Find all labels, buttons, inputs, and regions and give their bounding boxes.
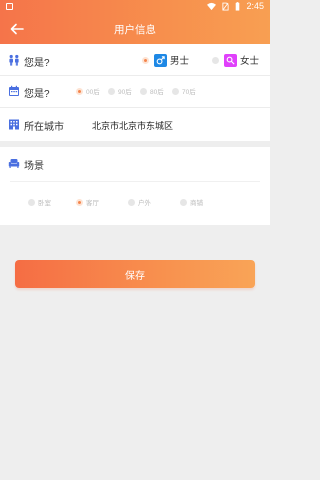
age-option-80[interactable]: 80后 — [140, 86, 164, 96]
radio-male[interactable] — [142, 56, 149, 64]
scene-option-bedroom[interactable]: 卧室 — [28, 197, 51, 207]
scene-option-label: 户外 — [138, 200, 151, 207]
people-icon — [9, 54, 19, 66]
basic-info-card: 您是? 男士 女士 您是? 00后 90后 80后 70后 所在城市 北京市北京… — [0, 44, 270, 141]
scene-option-shop[interactable]: 商铺 — [180, 197, 203, 207]
radio-70[interactable] — [172, 87, 179, 95]
age-option-label: 80后 — [150, 89, 164, 96]
calendar-icon — [9, 85, 19, 96]
gender-male-label: 男士 — [170, 56, 190, 67]
radio-80[interactable] — [140, 87, 147, 95]
male-icon — [154, 53, 167, 67]
radio-90[interactable] — [108, 87, 115, 95]
no-sim-icon — [222, 2, 230, 10]
radio-female[interactable] — [212, 56, 219, 64]
notification-icon — [6, 3, 13, 10]
age-option-00[interactable]: 00后 — [76, 86, 100, 96]
gender-option-male[interactable]: 男士 — [142, 53, 189, 67]
status-time: 2:45 — [246, 1, 264, 11]
sofa-icon — [8, 159, 20, 168]
radio-00[interactable] — [76, 87, 83, 95]
building-icon — [9, 119, 19, 130]
wifi-icon — [207, 2, 217, 10]
radio-bedroom[interactable] — [28, 198, 35, 206]
scene-option-label: 卧室 — [38, 200, 51, 207]
female-icon — [224, 53, 237, 67]
scene-option-label: 客厅 — [86, 200, 99, 207]
age-option-90[interactable]: 90后 — [108, 86, 132, 96]
status-bar: 2:45 — [0, 0, 270, 14]
gender-option-female[interactable]: 女士 — [212, 53, 259, 67]
app-header: 用户信息 — [0, 14, 270, 44]
gender-row: 您是? 男士 女士 — [0, 44, 270, 75]
scene-option-livingroom[interactable]: 客厅 — [76, 197, 99, 207]
city-label: 所在城市 — [24, 122, 64, 133]
age-option-label: 70后 — [182, 89, 196, 96]
save-button[interactable]: 保存 — [15, 260, 255, 288]
age-option-70[interactable]: 70后 — [172, 86, 196, 96]
page-title: 用户信息 — [114, 24, 156, 36]
status-icons: 2:45 — [207, 1, 264, 11]
radio-shop[interactable] — [180, 198, 187, 206]
age-option-label: 00后 — [86, 89, 100, 96]
gender-label: 您是? — [24, 58, 50, 69]
age-row: 您是? 00后 90后 80后 70后 — [0, 76, 270, 107]
radio-outdoor[interactable] — [128, 198, 135, 206]
city-value[interactable]: 北京市北京市东城区 — [92, 119, 173, 132]
age-option-label: 90后 — [118, 89, 132, 96]
scene-option-label: 商铺 — [190, 200, 203, 207]
age-label: 您是? — [24, 89, 50, 100]
scene-card: 场景 卧室 客厅 户外 商铺 — [0, 147, 270, 225]
city-row[interactable]: 所在城市 北京市北京市东城区 — [0, 108, 270, 141]
gender-female-label: 女士 — [240, 56, 260, 67]
scene-option-outdoor[interactable]: 户外 — [128, 197, 151, 207]
radio-livingroom[interactable] — [76, 198, 83, 206]
battery-icon — [236, 1, 240, 11]
scene-label: 场景 — [24, 161, 44, 172]
divider — [10, 181, 260, 182]
